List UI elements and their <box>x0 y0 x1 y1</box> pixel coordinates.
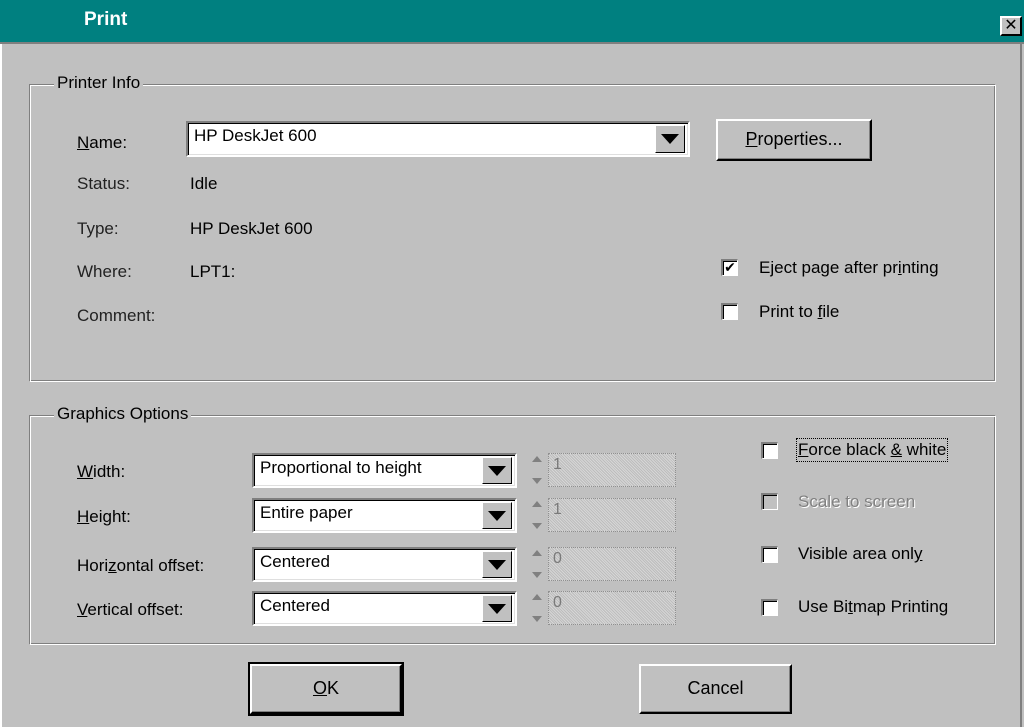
visible-area-label[interactable]: Visible area only <box>798 544 922 564</box>
scale-to-screen-checkbox <box>761 493 778 510</box>
spin-down-icon <box>531 478 542 484</box>
print-to-file-label[interactable]: Print to file <box>759 302 839 322</box>
scale-to-screen-label: Scale to screen <box>798 492 916 511</box>
title-bar: Print ✕ <box>0 0 1024 44</box>
width-select[interactable]: Proportional to height <box>252 453 517 488</box>
spin-down-icon <box>531 523 542 529</box>
spin-down-icon <box>531 616 542 622</box>
close-icon: ✕ <box>1004 17 1018 34</box>
vertical-offset-value: Centered <box>260 596 330 615</box>
status-value: Idle <box>190 174 218 193</box>
eject-page-checkbox[interactable]: ✔ <box>721 259 738 276</box>
comment-label: Comment: <box>77 306 156 325</box>
print-to-file-checkbox[interactable] <box>721 303 738 320</box>
type-label: Type: <box>77 219 119 238</box>
horizontal-offset-value: Centered <box>260 552 330 571</box>
vertical-offset-number-field: 0 <box>548 591 676 625</box>
printer-name-dropdown-button[interactable] <box>655 125 685 153</box>
where-label: Where: <box>77 262 132 281</box>
ok-button[interactable]: OK <box>248 662 404 716</box>
vertical-offset-select[interactable]: Centered <box>252 591 517 626</box>
height-value: Entire paper <box>260 503 353 522</box>
chevron-down-icon <box>488 559 506 570</box>
spin-down-icon <box>531 572 542 578</box>
chevron-down-icon <box>488 510 506 521</box>
vertical-offset-dropdown-button[interactable] <box>482 595 512 622</box>
eject-page-label[interactable]: Eject page after printing <box>759 258 939 278</box>
where-value: LPT1: <box>190 262 236 281</box>
printer-info-legend: Printer Info <box>54 73 144 93</box>
height-spinner[interactable] <box>527 498 546 532</box>
properties-button[interactable]: Properties... <box>716 119 872 161</box>
close-button[interactable]: ✕ <box>1000 16 1022 36</box>
graphics-options-legend: Graphics Options <box>54 404 192 424</box>
cancel-button[interactable]: Cancel <box>639 664 792 714</box>
force-bw-label[interactable]: Force black & white <box>795 438 949 462</box>
horizontal-offset-spinner[interactable] <box>527 547 546 581</box>
height-number-field: 1 <box>548 498 676 532</box>
vertical-offset-label: Vertical offset: <box>77 600 184 619</box>
width-label: Width: <box>77 462 126 481</box>
chevron-down-icon <box>488 465 506 476</box>
bitmap-printing-checkbox[interactable] <box>761 599 778 616</box>
printer-name-select[interactable]: HP DeskJet 600 <box>186 121 690 157</box>
force-bw-checkbox[interactable] <box>761 442 778 459</box>
type-value: HP DeskJet 600 <box>190 219 313 238</box>
width-number-field: 1 <box>548 453 676 487</box>
checkmark-icon: ✔ <box>724 259 736 275</box>
bitmap-printing-label[interactable]: Use Bitmap Printing <box>798 597 948 617</box>
status-label: Status: <box>77 174 130 193</box>
horizontal-offset-dropdown-button[interactable] <box>482 551 512 578</box>
width-dropdown-button[interactable] <box>482 457 512 484</box>
width-value: Proportional to height <box>260 458 422 477</box>
height-select[interactable]: Entire paper <box>252 498 517 533</box>
name-label: Name: <box>77 133 128 152</box>
spin-up-icon <box>531 501 542 507</box>
chevron-down-icon <box>488 603 506 614</box>
printer-name-value: HP DeskJet 600 <box>194 126 317 145</box>
spin-up-icon <box>531 550 542 556</box>
chevron-down-icon <box>661 134 679 144</box>
visible-area-checkbox[interactable] <box>761 546 778 563</box>
spin-up-icon <box>531 594 542 600</box>
horizontal-offset-select[interactable]: Centered <box>252 547 517 582</box>
window-title: Print <box>84 9 128 30</box>
spin-up-icon <box>531 456 542 462</box>
height-dropdown-button[interactable] <box>482 502 512 529</box>
vertical-offset-spinner[interactable] <box>527 591 546 625</box>
width-spinner[interactable] <box>527 453 546 487</box>
height-label: Height: <box>77 507 131 526</box>
horizontal-offset-number-field: 0 <box>548 547 676 581</box>
horizontal-offset-label: Horizontal offset: <box>77 556 205 575</box>
